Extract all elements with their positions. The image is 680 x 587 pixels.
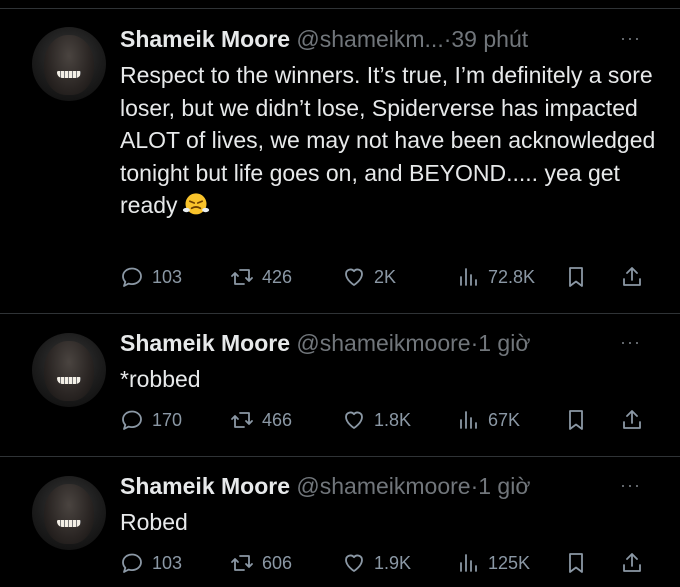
retweet-button[interactable]: 606 bbox=[230, 548, 292, 578]
bookmark-button[interactable] bbox=[564, 262, 588, 292]
reply-icon bbox=[122, 410, 142, 430]
bookmark-icon bbox=[569, 410, 583, 430]
more-options-icon[interactable]: ··· bbox=[620, 332, 641, 353]
reply-button[interactable]: 103 bbox=[120, 548, 182, 578]
tweet[interactable]: Shameik Moore @shameikmoore·1 giờ ··· *r… bbox=[0, 313, 680, 455]
timestamp[interactable]: 39 phút bbox=[451, 26, 528, 52]
like-count: 1.8K bbox=[374, 409, 412, 430]
retweet-icon bbox=[231, 269, 253, 285]
author-handle[interactable]: @shameikmoore bbox=[296, 473, 470, 499]
tweet[interactable]: Shameik Moore @shameikmoore·1 giờ ··· Ro… bbox=[0, 456, 680, 587]
views-button[interactable]: 67K bbox=[456, 405, 520, 435]
tweet-feed: Shameik Moore @shameikm...·39 phút ··· R… bbox=[0, 0, 680, 587]
more-options-icon[interactable]: ··· bbox=[620, 28, 641, 49]
tweet-text: *robbed bbox=[120, 363, 660, 396]
views-chart-icon bbox=[460, 411, 477, 429]
like-button[interactable]: 1.9K bbox=[342, 548, 411, 578]
timestamp[interactable]: 1 giờ bbox=[478, 330, 530, 356]
reply-count: 170 bbox=[152, 409, 183, 430]
tweet-actions: 103 606 1.9K 125K bbox=[120, 548, 660, 578]
share-icon bbox=[623, 267, 641, 286]
share-button[interactable] bbox=[620, 405, 644, 435]
author-handle[interactable]: @shameikmoore bbox=[296, 330, 470, 356]
reply-icon bbox=[122, 267, 142, 287]
reply-icon bbox=[122, 553, 142, 573]
views-button[interactable]: 72.8K bbox=[456, 262, 535, 292]
retweet-count: 606 bbox=[262, 552, 293, 573]
retweet-icon bbox=[231, 412, 253, 428]
share-button[interactable] bbox=[620, 262, 644, 292]
heart-icon bbox=[345, 411, 363, 429]
like-count: 1.9K bbox=[374, 552, 412, 573]
reply-count: 103 bbox=[152, 266, 183, 287]
author-name[interactable]: Shameik Moore bbox=[120, 26, 290, 52]
bookmark-button[interactable] bbox=[564, 548, 588, 578]
like-button[interactable]: 1.8K bbox=[342, 405, 411, 435]
author-name[interactable]: Shameik Moore bbox=[120, 473, 290, 499]
like-count: 2K bbox=[374, 266, 397, 287]
bookmark-icon bbox=[569, 267, 583, 287]
share-icon bbox=[623, 410, 641, 429]
heart-icon bbox=[345, 554, 363, 572]
avatar[interactable] bbox=[32, 333, 106, 407]
tweet-header: Shameik Moore @shameikmoore·1 giờ bbox=[120, 472, 530, 500]
more-options-icon[interactable]: ··· bbox=[620, 475, 641, 496]
retweet-count: 426 bbox=[262, 266, 293, 287]
author-handle[interactable]: @shameikm... bbox=[296, 26, 443, 52]
bookmark-button[interactable] bbox=[564, 405, 588, 435]
avatar[interactable] bbox=[32, 27, 106, 101]
tweet-text-body: *robbed bbox=[120, 366, 201, 392]
tweet-actions: 170 466 1.8K 67K bbox=[120, 405, 660, 435]
tweet[interactable]: Shameik Moore @shameikm...·39 phút ··· R… bbox=[0, 0, 680, 312]
retweet-count: 466 bbox=[262, 409, 293, 430]
tweet-text: Respect to the winners. It’s true, I’m d… bbox=[120, 59, 660, 222]
retweet-icon bbox=[231, 555, 253, 571]
tweet-header: Shameik Moore @shameikmoore·1 giờ bbox=[120, 329, 530, 357]
like-button[interactable]: 2K bbox=[342, 262, 396, 292]
share-icon bbox=[623, 553, 641, 572]
tweet-actions: 103 426 2K 72.8K bbox=[120, 262, 660, 292]
tweet-text-body: Robed bbox=[120, 509, 188, 535]
reply-button[interactable]: 103 bbox=[120, 262, 182, 292]
views-chart-icon bbox=[460, 268, 477, 286]
reply-button[interactable]: 170 bbox=[120, 405, 182, 435]
views-count: 125K bbox=[488, 552, 531, 573]
retweet-button[interactable]: 466 bbox=[230, 405, 292, 435]
tweet-text: Robed bbox=[120, 506, 660, 539]
reply-count: 103 bbox=[152, 552, 183, 573]
tweet-header: Shameik Moore @shameikm...·39 phút bbox=[120, 25, 528, 53]
views-count: 72.8K bbox=[488, 266, 536, 287]
views-button[interactable]: 125K bbox=[456, 548, 530, 578]
views-count: 67K bbox=[488, 409, 521, 430]
retweet-button[interactable]: 426 bbox=[230, 262, 292, 292]
avatar[interactable] bbox=[32, 476, 106, 550]
bookmark-icon bbox=[569, 553, 583, 573]
face-with-steam-from-nose-emoji bbox=[182, 193, 209, 215]
author-name[interactable]: Shameik Moore bbox=[120, 330, 290, 356]
heart-icon bbox=[345, 268, 363, 286]
views-chart-icon bbox=[460, 554, 477, 572]
share-button[interactable] bbox=[620, 548, 644, 578]
timestamp[interactable]: 1 giờ bbox=[478, 473, 530, 499]
